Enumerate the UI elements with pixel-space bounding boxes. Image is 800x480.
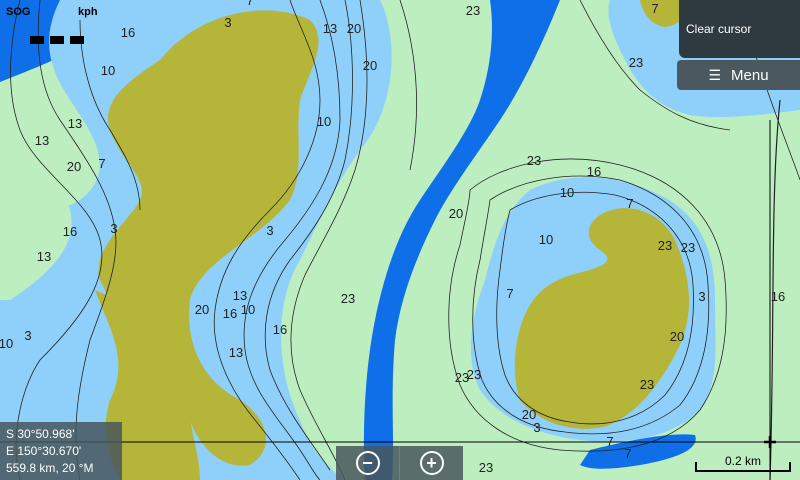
zoom-out-icon: − [355, 451, 380, 475]
depth-label: 3 [266, 223, 273, 238]
depth-label: 20 [449, 206, 463, 221]
depth-label: 10 [241, 302, 255, 317]
depth-label: 13 [233, 288, 247, 303]
depth-label: 13 [323, 21, 337, 36]
depth-label: 7 [606, 434, 613, 449]
sog-label: SOG [6, 6, 31, 18]
depth-label: 3 [24, 328, 31, 343]
depth-label: 20 [347, 21, 361, 36]
depth-label: 16 [63, 224, 77, 239]
depth-label: 23 [658, 238, 672, 253]
hamburger-icon: ☰ [708, 66, 722, 83]
depth-label: 20 [670, 329, 684, 344]
depth-label: 13 [229, 345, 243, 360]
depth-label: 23 [479, 460, 493, 475]
depth-label: 13 [68, 116, 82, 131]
depth-label: 13 [35, 133, 49, 148]
sog-unit: kph [78, 6, 98, 18]
zoom-out-button[interactable]: − [336, 446, 399, 480]
zoom-in-button[interactable]: + [400, 446, 463, 480]
depth-label: 10 [317, 114, 331, 129]
depth-label: 16 [771, 289, 785, 304]
depth-label: 10 [539, 232, 553, 247]
depth-label: 13 [37, 249, 51, 264]
depth-label: 7 [246, 0, 253, 8]
depth-label: 20 [363, 58, 377, 73]
cursor-range-bearing: 559.8 km, 20 °M [6, 461, 94, 475]
cursor-latitude: S 30°50.968' [6, 427, 75, 441]
depth-label: 23 [527, 153, 541, 168]
sog-value [30, 36, 86, 44]
depth-label: 3 [224, 15, 231, 30]
depth-label: 3 [698, 289, 705, 304]
depth-label: 20 [195, 302, 209, 317]
depth-label: 7 [624, 446, 631, 461]
depth-label: 23 [455, 370, 469, 385]
depth-label: 7 [626, 196, 633, 211]
menu-button[interactable]: ☰ Menu [677, 60, 800, 90]
depth-label: 16 [273, 322, 287, 337]
depth-label: 7 [651, 1, 658, 16]
depth-label: 20 [67, 159, 81, 174]
cursor-position-panel: S 30°50.968' E 150°30.670' 559.8 km, 20 … [0, 422, 122, 480]
zoom-in-icon: + [419, 451, 444, 475]
depth-label: 3 [110, 221, 117, 236]
menu-label: Menu [731, 66, 769, 84]
scale-label: 0.2 km [724, 454, 761, 468]
scale-bar: 0.2 km [695, 452, 791, 472]
depth-label: 7 [506, 286, 513, 301]
clear-cursor-label: Clear cursor [686, 22, 752, 36]
depth-label: 10 [0, 336, 13, 351]
depth-label: 23 [681, 240, 695, 255]
sog-readout: SOG kph [6, 6, 126, 54]
depth-label: 16 [587, 164, 601, 179]
depth-label: 3 [533, 420, 540, 435]
depth-label: 7 [98, 156, 105, 171]
depth-label: 10 [560, 185, 574, 200]
depth-label: 23 [341, 291, 355, 306]
zoom-controls: − + [336, 446, 463, 480]
depth-label: 16 [223, 306, 237, 321]
clear-cursor-button[interactable]: Clear cursor [679, 0, 800, 58]
depth-label: 23 [640, 377, 654, 392]
depth-label: 23 [629, 55, 643, 70]
depth-label: 23 [466, 3, 480, 18]
cursor-longitude: E 150°30.670' [6, 444, 82, 458]
depth-label: 10 [101, 63, 115, 78]
